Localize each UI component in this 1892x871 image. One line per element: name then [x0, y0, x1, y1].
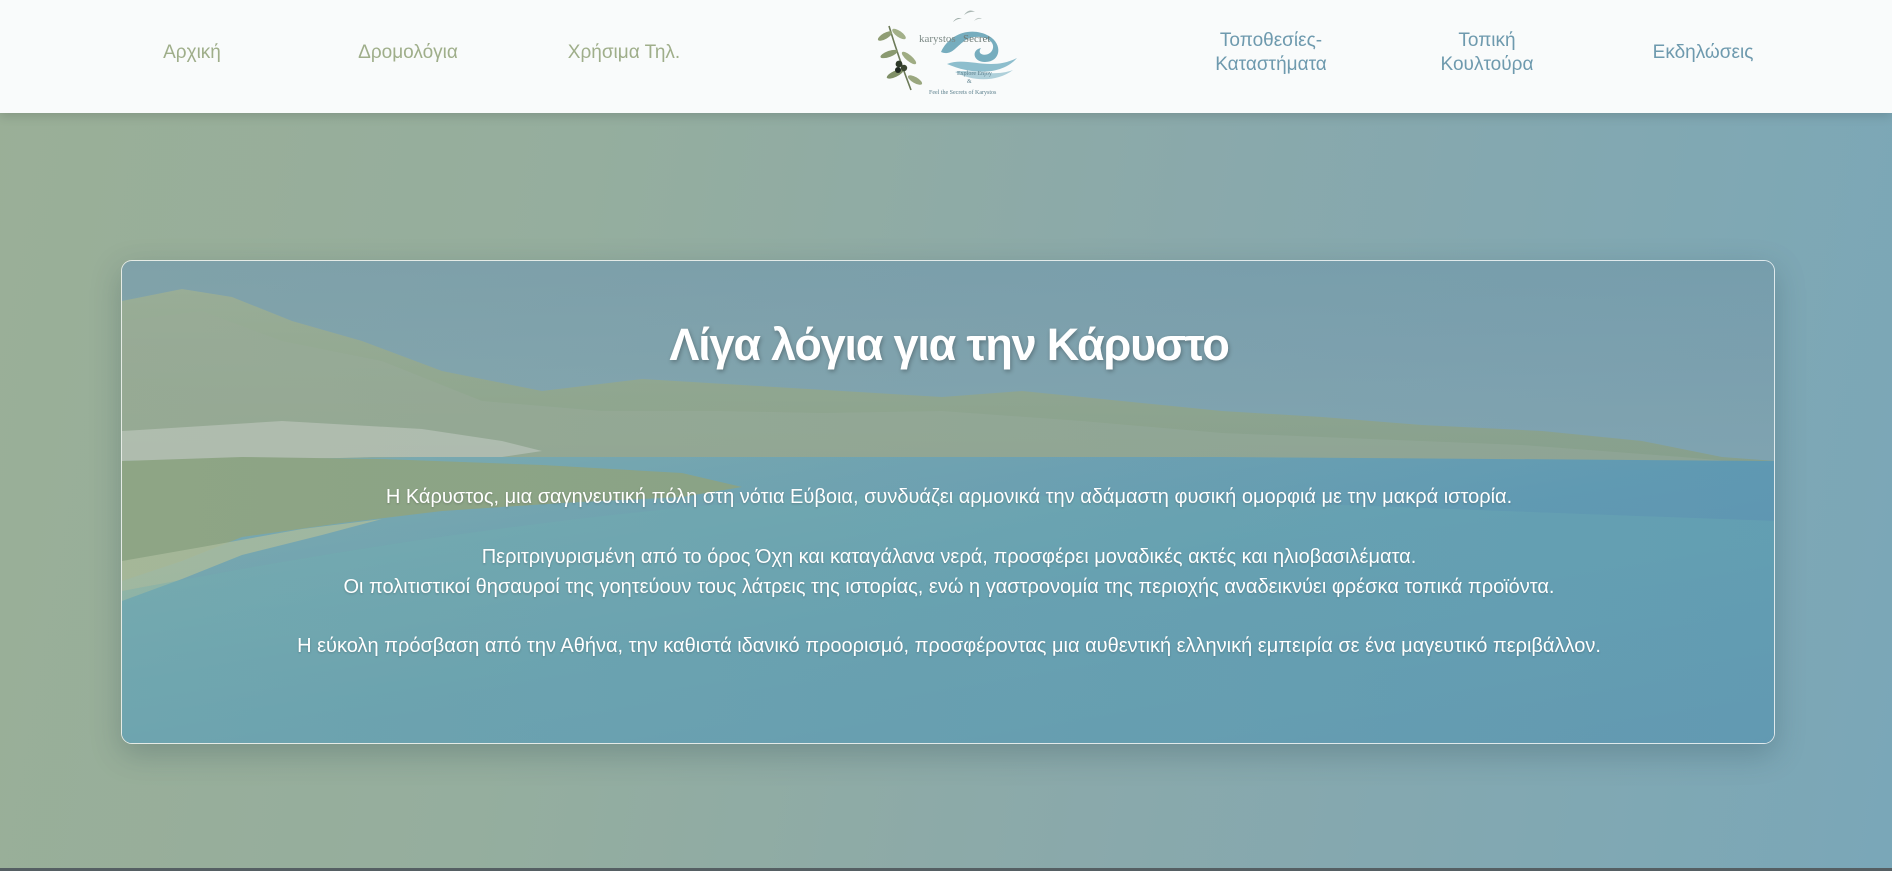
about-paragraph-3-text: Η εύκολη πρόσβαση από την Αθήνα, την καθ… [297, 635, 1601, 657]
nav-link-locations-shops-line2: Καταστήματα [1215, 54, 1327, 75]
svg-text:Secret: Secret [963, 33, 990, 45]
nav-link-locations-shops-line1: Τοποθεσίες- [1219, 30, 1323, 51]
site-logo[interactable]: karystos Secret Explore Enjoy & Feel the… [871, 6, 1021, 102]
nav-link-events[interactable]: Εκδηλώσεις [1641, 0, 1765, 106]
about-paragraph-3: Η εύκολη πρόσβαση από την Αθήνα, την καθ… [122, 631, 1774, 661]
nav-link-local-culture-line1: Τοπική [1458, 30, 1516, 51]
nav-link-local-culture-line2: Κουλτούρα [1440, 54, 1534, 75]
svg-text:Explore Enjoy: Explore Enjoy [957, 71, 992, 77]
about-paragraph-1-text: Η Κάρυστος, μια σαγηνευτική πόλη στη νότ… [385, 486, 1513, 508]
svg-text:karystos: karystos [919, 33, 956, 45]
svg-text:Feel the Secrets of Karystos: Feel the Secrets of Karystos [929, 89, 997, 96]
about-paragraph-2-line-2: Οι πολιτιστικοί θησαυροί της γοητεύουν τ… [343, 576, 1555, 598]
olive-branch-wave-logo-icon: karystos Secret Explore Enjoy & Feel the… [877, 10, 1017, 96]
nav-link-local-culture[interactable]: Τοπική Κουλτούρα [1427, 0, 1547, 106]
nav-link-events-label: Εκδηλώσεις [1652, 42, 1754, 63]
nav-link-routes-label: Δρομολόγια [358, 42, 458, 63]
nav-link-locations-shops[interactable]: Τοποθεσίες- Καταστήματα [1200, 0, 1342, 106]
nav-link-routes[interactable]: Δρομολόγια [336, 0, 480, 106]
nav-link-useful-phones-label: Χρήσιμα Τηλ. [567, 42, 681, 63]
svg-text:&: & [967, 79, 972, 85]
top-navigation-bar: Αρχική Δρομολόγια Χρήσιμα Τηλ. karystos … [0, 0, 1892, 113]
about-paragraph-2-line-1: Περιτριγυρισμένη από το όρος Όχη και κατ… [481, 546, 1417, 568]
about-paragraph-1: Η Κάρυστος, μια σαγηνευτική πόλη στη νότ… [122, 482, 1774, 512]
nav-link-home-label: Αρχική [163, 42, 221, 63]
nav-link-home[interactable]: Αρχική [131, 0, 253, 106]
about-paragraph-2: Περιτριγυρισμένη από το όρος Όχη και κατ… [122, 542, 1774, 602]
about-title: Λίγα λόγια για την Κάρυστο [669, 319, 1229, 370]
about-karystos-card: Λίγα λόγια για την Κάρυστο Η Κάρυστος, μ… [121, 260, 1775, 744]
nav-link-useful-phones[interactable]: Χρήσιμα Τηλ. [554, 0, 694, 106]
